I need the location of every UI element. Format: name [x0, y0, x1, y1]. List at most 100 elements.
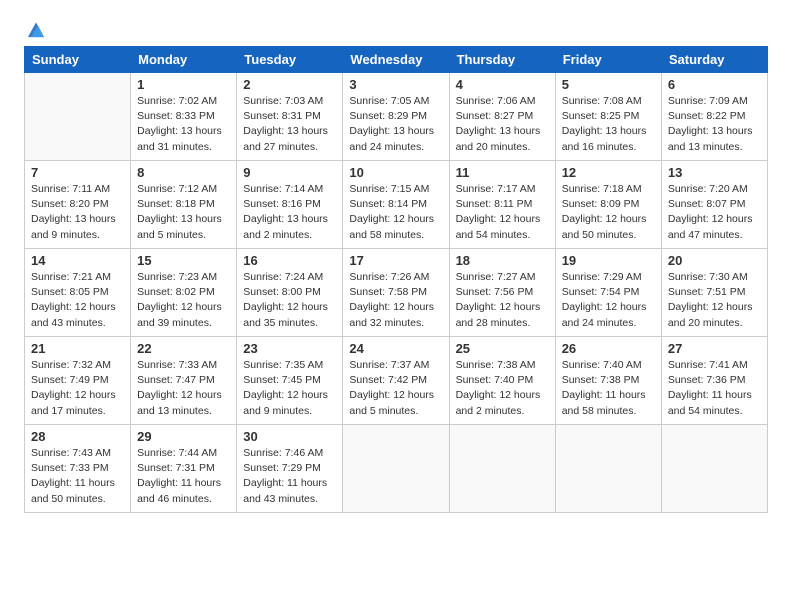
- day-info: Sunrise: 7:41 AMSunset: 7:36 PMDaylight:…: [668, 358, 761, 419]
- day-info: Sunrise: 7:06 AMSunset: 8:27 PMDaylight:…: [456, 94, 549, 155]
- day-number: 20: [668, 253, 761, 268]
- day-info: Sunrise: 7:35 AMSunset: 7:45 PMDaylight:…: [243, 358, 336, 419]
- logo-icon: [25, 18, 47, 40]
- day-info: Sunrise: 7:12 AMSunset: 8:18 PMDaylight:…: [137, 182, 230, 243]
- col-wednesday: Wednesday: [343, 47, 449, 73]
- day-number: 14: [31, 253, 124, 268]
- col-sunday: Sunday: [25, 47, 131, 73]
- day-info: Sunrise: 7:29 AMSunset: 7:54 PMDaylight:…: [562, 270, 655, 331]
- day-number: 24: [349, 341, 442, 356]
- calendar-week-row: 14 Sunrise: 7:21 AMSunset: 8:05 PMDayligh…: [25, 249, 768, 337]
- day-info: Sunrise: 7:40 AMSunset: 7:38 PMDaylight:…: [562, 358, 655, 419]
- calendar-cell: 29 Sunrise: 7:44 AMSunset: 7:31 PMDayligh…: [131, 425, 237, 513]
- calendar-cell: [25, 73, 131, 161]
- calendar-cell: 13 Sunrise: 7:20 AMSunset: 8:07 PMDayligh…: [661, 161, 767, 249]
- day-info: Sunrise: 7:15 AMSunset: 8:14 PMDaylight:…: [349, 182, 442, 243]
- day-number: 10: [349, 165, 442, 180]
- logo: [24, 18, 47, 36]
- day-info: Sunrise: 7:11 AMSunset: 8:20 PMDaylight:…: [31, 182, 124, 243]
- calendar-cell: 2 Sunrise: 7:03 AMSunset: 8:31 PMDaylight…: [237, 73, 343, 161]
- day-number: 6: [668, 77, 761, 92]
- day-number: 17: [349, 253, 442, 268]
- day-number: 21: [31, 341, 124, 356]
- calendar-cell: 10 Sunrise: 7:15 AMSunset: 8:14 PMDayligh…: [343, 161, 449, 249]
- calendar-week-row: 28 Sunrise: 7:43 AMSunset: 7:33 PMDayligh…: [25, 425, 768, 513]
- day-info: Sunrise: 7:38 AMSunset: 7:40 PMDaylight:…: [456, 358, 549, 419]
- calendar-cell: 20 Sunrise: 7:30 AMSunset: 7:51 PMDayligh…: [661, 249, 767, 337]
- day-info: Sunrise: 7:14 AMSunset: 8:16 PMDaylight:…: [243, 182, 336, 243]
- calendar-cell: 14 Sunrise: 7:21 AMSunset: 8:05 PMDayligh…: [25, 249, 131, 337]
- day-number: 26: [562, 341, 655, 356]
- calendar-cell: 26 Sunrise: 7:40 AMSunset: 7:38 PMDayligh…: [555, 337, 661, 425]
- day-info: Sunrise: 7:32 AMSunset: 7:49 PMDaylight:…: [31, 358, 124, 419]
- calendar-cell: 11 Sunrise: 7:17 AMSunset: 8:11 PMDayligh…: [449, 161, 555, 249]
- day-number: 27: [668, 341, 761, 356]
- day-number: 22: [137, 341, 230, 356]
- calendar-cell: 8 Sunrise: 7:12 AMSunset: 8:18 PMDaylight…: [131, 161, 237, 249]
- day-number: 8: [137, 165, 230, 180]
- day-number: 23: [243, 341, 336, 356]
- day-info: Sunrise: 7:26 AMSunset: 7:58 PMDaylight:…: [349, 270, 442, 331]
- calendar-week-row: 1 Sunrise: 7:02 AMSunset: 8:33 PMDaylight…: [25, 73, 768, 161]
- calendar-cell: [449, 425, 555, 513]
- calendar-cell: 30Sunrise: 7:46 AMSunset: 7:29 PMDayligh…: [237, 425, 343, 513]
- calendar-week-row: 21 Sunrise: 7:32 AMSunset: 7:49 PMDayligh…: [25, 337, 768, 425]
- calendar-cell: 12 Sunrise: 7:18 AMSunset: 8:09 PMDayligh…: [555, 161, 661, 249]
- calendar-cell: 18 Sunrise: 7:27 AMSunset: 7:56 PMDayligh…: [449, 249, 555, 337]
- page: Sunday Monday Tuesday Wednesday Thursday…: [0, 0, 792, 612]
- calendar-cell: 9 Sunrise: 7:14 AMSunset: 8:16 PMDaylight…: [237, 161, 343, 249]
- day-number: 29: [137, 429, 230, 444]
- calendar-cell: 25Sunrise: 7:38 AMSunset: 7:40 PMDayligh…: [449, 337, 555, 425]
- day-number: 5: [562, 77, 655, 92]
- calendar-cell: [661, 425, 767, 513]
- day-info: Sunrise: 7:24 AMSunset: 8:00 PMDaylight:…: [243, 270, 336, 331]
- day-info: Sunrise: 7:27 AMSunset: 7:56 PMDaylight:…: [456, 270, 549, 331]
- header: [24, 18, 768, 36]
- day-number: 3: [349, 77, 442, 92]
- day-info: Sunrise: 7:37 AMSunset: 7:42 PMDaylight:…: [349, 358, 442, 419]
- day-info: Sunrise: 7:44 AMSunset: 7:31 PMDaylight:…: [137, 446, 230, 507]
- calendar-cell: 24 Sunrise: 7:37 AMSunset: 7:42 PMDayligh…: [343, 337, 449, 425]
- day-info: Sunrise: 7:03 AMSunset: 8:31 PMDaylight:…: [243, 94, 336, 155]
- day-number: 12: [562, 165, 655, 180]
- day-info: Sunrise: 7:21 AMSunset: 8:05 PMDaylight:…: [31, 270, 124, 331]
- day-info: Sunrise: 7:09 AMSunset: 8:22 PMDaylight:…: [668, 94, 761, 155]
- day-info: Sunrise: 7:43 AMSunset: 7:33 PMDaylight:…: [31, 446, 124, 507]
- calendar-cell: 5Sunrise: 7:08 AMSunset: 8:25 PMDaylight…: [555, 73, 661, 161]
- day-number: 9: [243, 165, 336, 180]
- day-info: Sunrise: 7:20 AMSunset: 8:07 PMDaylight:…: [668, 182, 761, 243]
- day-number: 16: [243, 253, 336, 268]
- col-monday: Monday: [131, 47, 237, 73]
- day-info: Sunrise: 7:02 AMSunset: 8:33 PMDaylight:…: [137, 94, 230, 155]
- calendar-cell: [555, 425, 661, 513]
- day-number: 28: [31, 429, 124, 444]
- day-info: Sunrise: 7:17 AMSunset: 8:11 PMDaylight:…: [456, 182, 549, 243]
- calendar-cell: 22 Sunrise: 7:33 AMSunset: 7:47 PMDayligh…: [131, 337, 237, 425]
- day-number: 30: [243, 429, 336, 444]
- day-number: 1: [137, 77, 230, 92]
- day-info: Sunrise: 7:18 AMSunset: 8:09 PMDaylight:…: [562, 182, 655, 243]
- calendar-cell: 27 Sunrise: 7:41 AMSunset: 7:36 PMDayligh…: [661, 337, 767, 425]
- calendar-cell: 28 Sunrise: 7:43 AMSunset: 7:33 PMDayligh…: [25, 425, 131, 513]
- day-number: 13: [668, 165, 761, 180]
- day-info: Sunrise: 7:33 AMSunset: 7:47 PMDaylight:…: [137, 358, 230, 419]
- day-number: 2: [243, 77, 336, 92]
- calendar-cell: 19Sunrise: 7:29 AMSunset: 7:54 PMDayligh…: [555, 249, 661, 337]
- day-info: Sunrise: 7:30 AMSunset: 7:51 PMDaylight:…: [668, 270, 761, 331]
- calendar-cell: 7 Sunrise: 7:11 AMSunset: 8:20 PMDaylight…: [25, 161, 131, 249]
- calendar-cell: 15Sunrise: 7:23 AMSunset: 8:02 PMDayligh…: [131, 249, 237, 337]
- day-number: 18: [456, 253, 549, 268]
- day-number: 15: [137, 253, 230, 268]
- calendar: Sunday Monday Tuesday Wednesday Thursday…: [24, 46, 768, 513]
- col-saturday: Saturday: [661, 47, 767, 73]
- col-thursday: Thursday: [449, 47, 555, 73]
- calendar-cell: [343, 425, 449, 513]
- calendar-cell: 21 Sunrise: 7:32 AMSunset: 7:49 PMDayligh…: [25, 337, 131, 425]
- col-tuesday: Tuesday: [237, 47, 343, 73]
- calendar-week-row: 7 Sunrise: 7:11 AMSunset: 8:20 PMDaylight…: [25, 161, 768, 249]
- calendar-cell: 23 Sunrise: 7:35 AMSunset: 7:45 PMDayligh…: [237, 337, 343, 425]
- calendar-cell: 4Sunrise: 7:06 AMSunset: 8:27 PMDaylight…: [449, 73, 555, 161]
- calendar-header-row: Sunday Monday Tuesday Wednesday Thursday…: [25, 47, 768, 73]
- day-number: 11: [456, 165, 549, 180]
- day-number: 7: [31, 165, 124, 180]
